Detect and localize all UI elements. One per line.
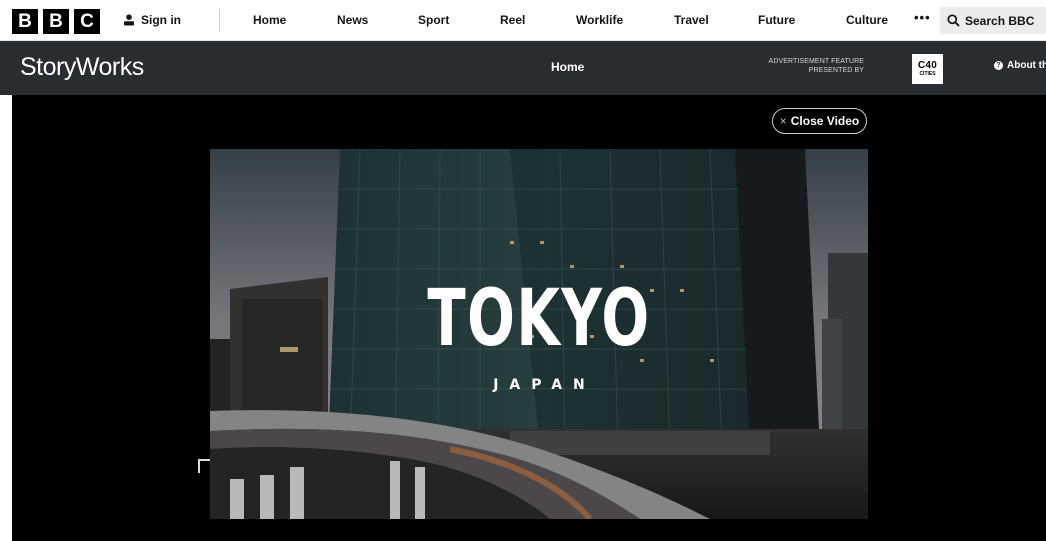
advertisement-feature-label: ADVERTISEMENT FEATURE PRESENTED BY bbox=[740, 57, 864, 75]
bbc-logo[interactable]: B B C bbox=[12, 9, 100, 34]
bbc-top-nav: B B C Sign in Home News Sport Reel Workl… bbox=[0, 0, 1046, 41]
sponsor-logo-top: C40 bbox=[917, 60, 938, 71]
nav-future[interactable]: Future bbox=[758, 13, 795, 27]
about-link[interactable]: ? About th bbox=[994, 60, 1046, 71]
storyworks-home-link[interactable]: Home bbox=[551, 60, 584, 74]
nav-worklife[interactable]: Worklife bbox=[576, 13, 623, 27]
sponsor-logo-bottom: CITIES bbox=[919, 71, 936, 77]
nav-divider bbox=[219, 9, 220, 32]
search-icon bbox=[947, 14, 960, 27]
user-icon bbox=[124, 14, 134, 26]
close-icon: × bbox=[779, 114, 787, 128]
presented-by-line: PRESENTED BY bbox=[808, 67, 864, 74]
nav-reel[interactable]: Reel bbox=[500, 13, 525, 27]
search-button[interactable]: Search BBC bbox=[940, 7, 1046, 34]
nav-sport[interactable]: Sport bbox=[418, 13, 449, 27]
search-label: Search BBC bbox=[965, 13, 1035, 28]
bbc-logo-letter: B bbox=[12, 9, 38, 34]
sign-in-label: Sign in bbox=[141, 13, 181, 27]
storyworks-bar: StoryWorks Home ADVERTISEMENT FEATURE PR… bbox=[0, 41, 1046, 95]
corner-bracket-icon bbox=[198, 459, 210, 473]
video-subtitle: JAPAN bbox=[493, 377, 596, 393]
bbc-logo-letter: B bbox=[43, 9, 69, 34]
c40-cities-logo[interactable]: C40 CITIES bbox=[912, 54, 943, 84]
nav-travel[interactable]: Travel bbox=[674, 13, 709, 27]
video-title: TOKYO bbox=[427, 274, 651, 364]
nav-home[interactable]: Home bbox=[253, 13, 286, 27]
video-player[interactable]: TOKYO JAPAN bbox=[210, 149, 868, 519]
about-label: About th bbox=[1007, 60, 1046, 71]
ad-feature-line: ADVERTISEMENT FEATURE bbox=[768, 58, 864, 65]
more-menu-button[interactable]: ••• bbox=[914, 10, 931, 25]
bbc-logo-letter: C bbox=[74, 9, 100, 34]
close-video-button[interactable]: × Close Video bbox=[772, 108, 867, 134]
sign-in-link[interactable]: Sign in bbox=[123, 13, 181, 27]
question-icon: ? bbox=[994, 61, 1003, 70]
storyworks-logo[interactable]: StoryWorks bbox=[20, 53, 144, 82]
nav-culture[interactable]: Culture bbox=[846, 13, 888, 27]
close-video-label: Close Video bbox=[790, 114, 860, 128]
nav-news[interactable]: News bbox=[337, 13, 368, 27]
video-stage: × Close Video TOKYO JAPAN bbox=[12, 95, 1046, 541]
